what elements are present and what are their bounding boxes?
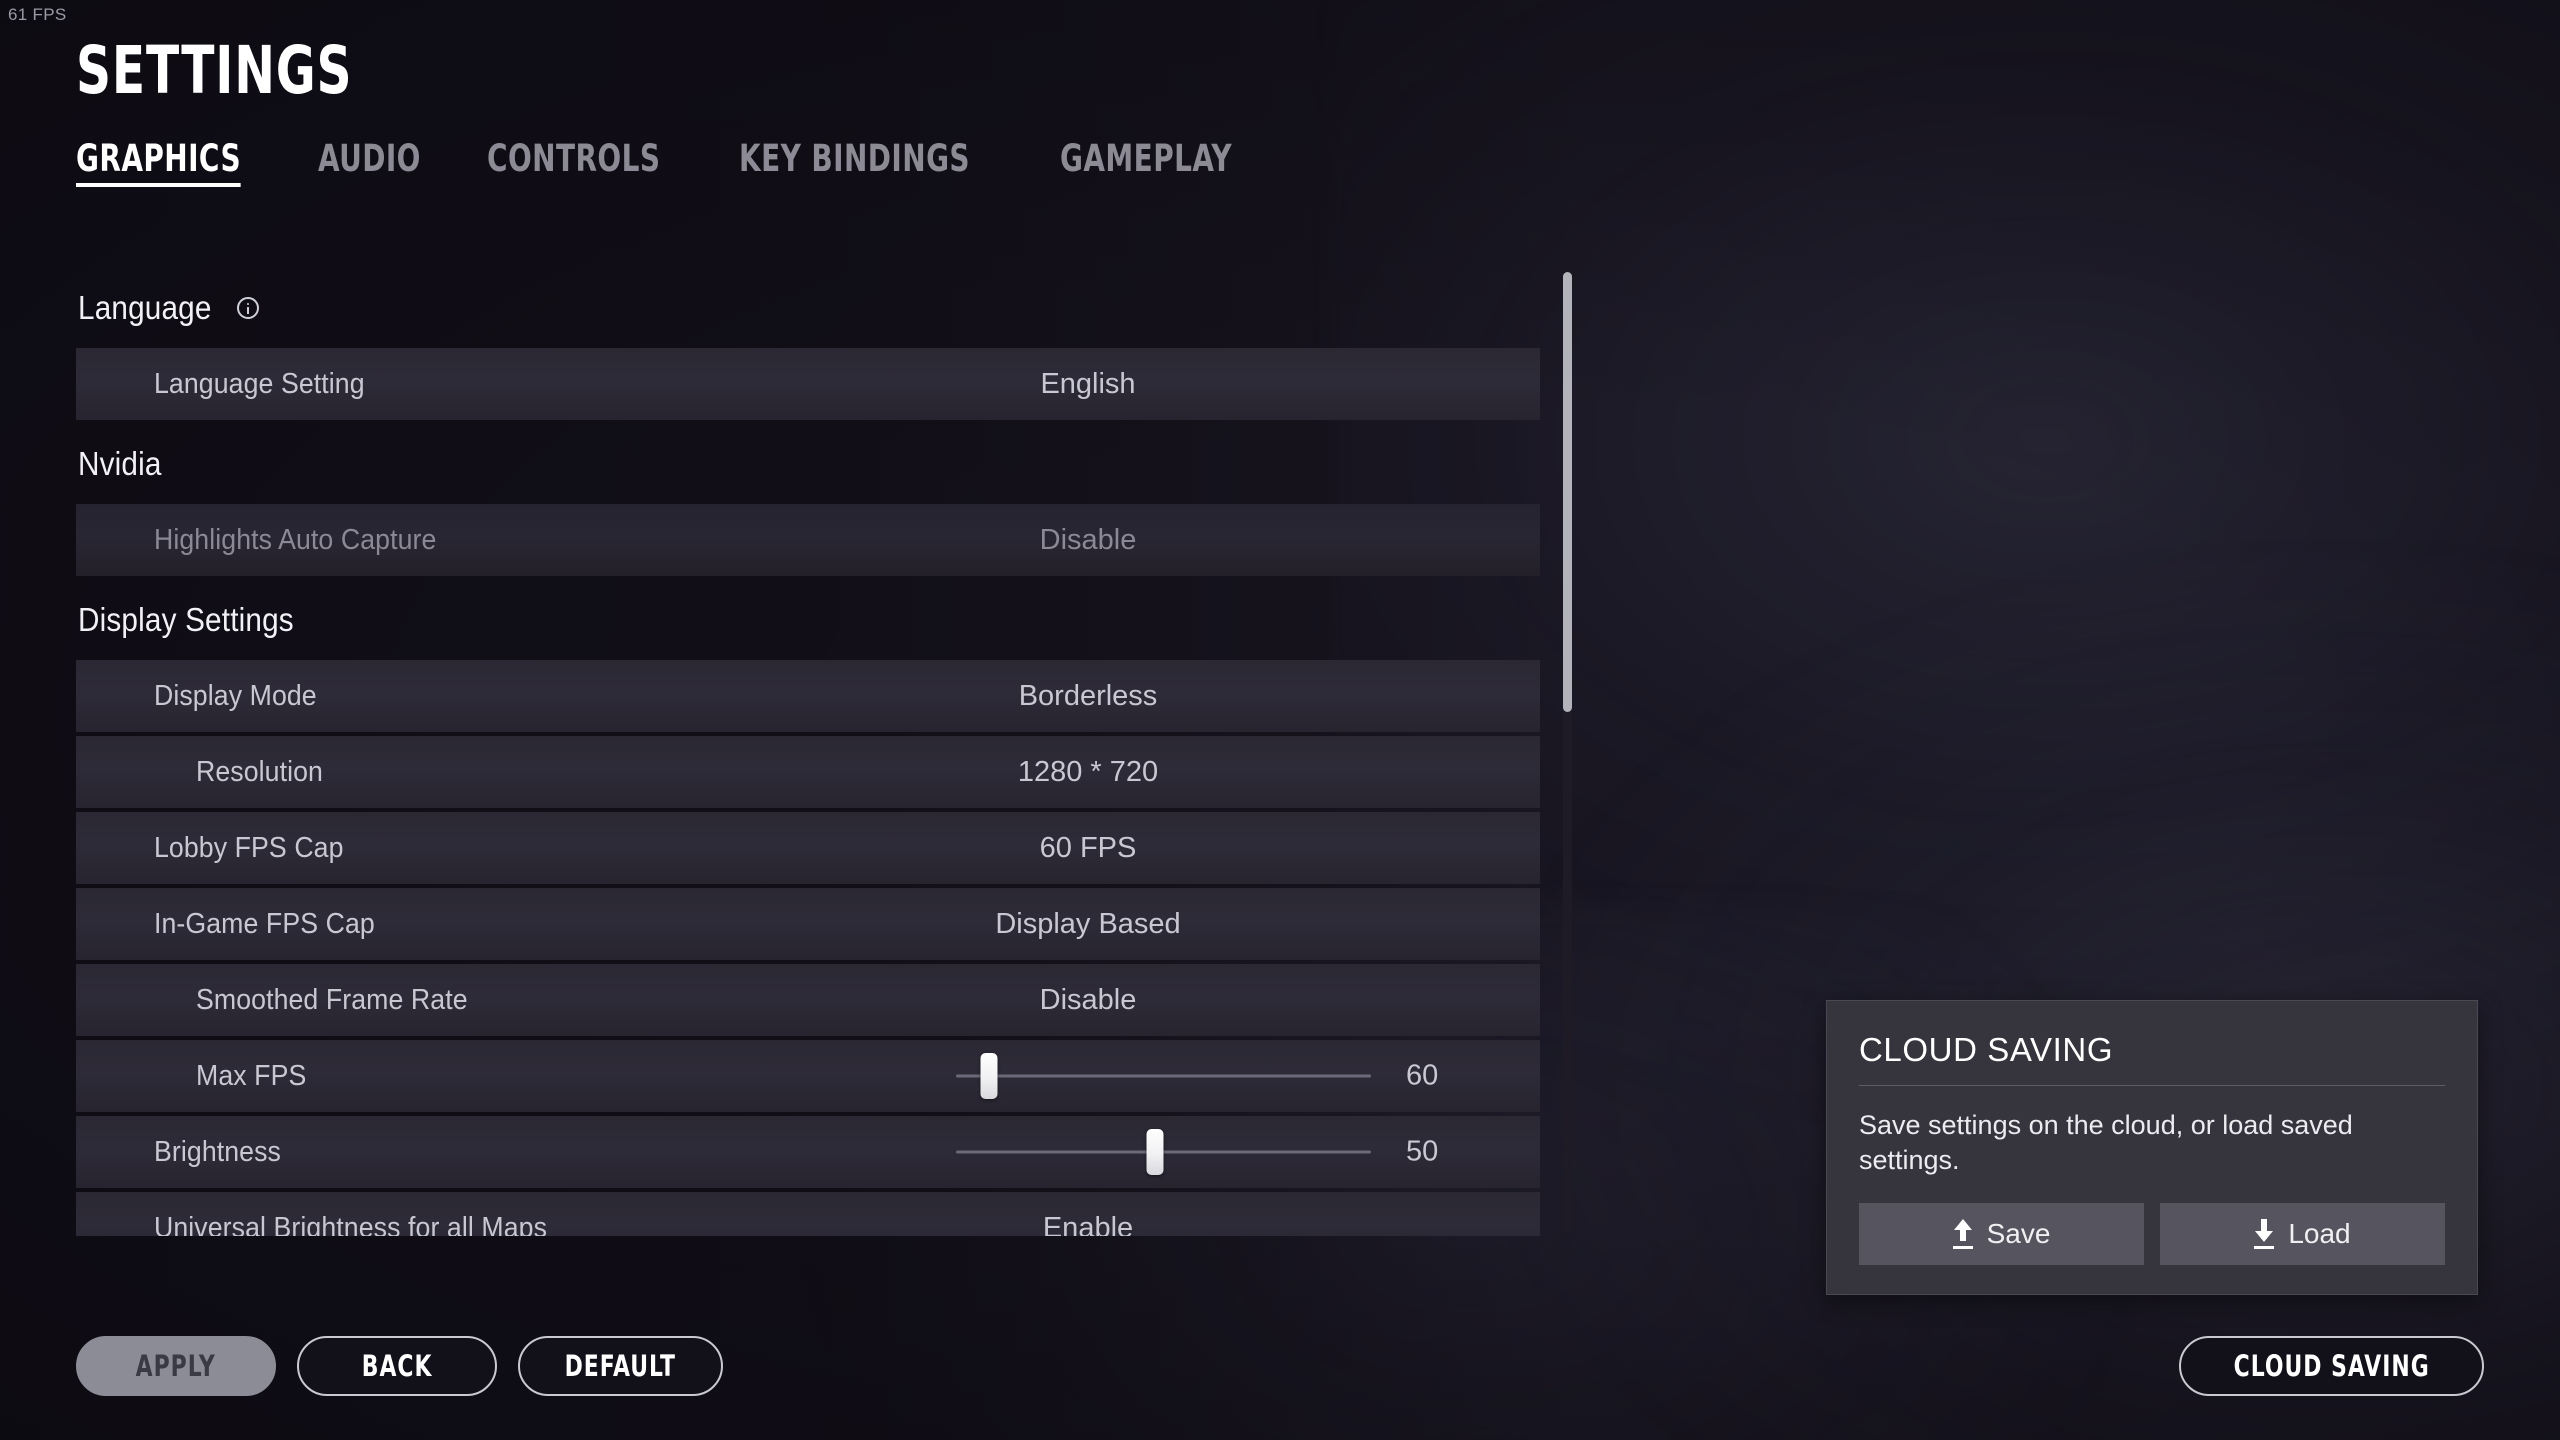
settings-row[interactable]: Highlights Auto Capture Disable [76, 504, 1540, 576]
section-header-language: Language [76, 268, 1540, 348]
slider-thumb[interactable] [1146, 1129, 1164, 1175]
upload-arrow-icon [1952, 1219, 1973, 1250]
default-button-label: DEFAULT [564, 1349, 676, 1383]
settings-row[interactable]: Max FPS 60 [76, 1040, 1540, 1112]
settings-row-label: Lobby FPS Cap [154, 831, 344, 864]
tab-graphics[interactable]: GRAPHICS [76, 140, 263, 191]
settings-row[interactable]: Language Setting English [76, 348, 1540, 420]
tab-controls[interactable]: CONTROLS [487, 140, 682, 191]
settings-row-value[interactable]: 60 FPS [1040, 832, 1137, 865]
apply-button-label: APPLY [135, 1349, 217, 1383]
tab-label: AUDIO [318, 137, 422, 180]
cloud-saving-panel: CLOUD SAVING Save settings on the cloud,… [1826, 1000, 2478, 1295]
page-title: SETTINGS [76, 32, 353, 109]
settings-row-label: Universal Brightness for all Maps [154, 1211, 548, 1237]
cloud-saving-button-label: CLOUD SAVING [2233, 1349, 2430, 1383]
cloud-save-label: Save [1986, 1218, 2051, 1250]
section-header-label: Nvidia [78, 445, 162, 482]
tab-label: CONTROLS [486, 137, 661, 180]
tab-label: GRAPHICS [76, 137, 242, 180]
settings-row-label: In-Game FPS Cap [154, 907, 375, 940]
slider-value: 50 [1406, 1135, 1439, 1168]
settings-row-value[interactable]: Disable [1040, 984, 1137, 1017]
settings-slider[interactable] [956, 1116, 1371, 1188]
settings-row-label: Language Setting [154, 367, 365, 400]
tab-audio[interactable]: AUDIO [318, 140, 443, 191]
footer-button-row: APPLY BACK DEFAULT [76, 1336, 723, 1396]
settings-slider[interactable] [956, 1040, 1371, 1112]
settings-row-value[interactable]: English [1040, 368, 1135, 401]
settings-list: Language Language Setting English Nvidia Hig… [76, 268, 1540, 1236]
section-header-nvidia: Nvidia [76, 424, 1540, 504]
section-header-label: Language [78, 289, 212, 326]
fps-counter: 61 FPS [8, 5, 67, 24]
section-header-display-settings: Display Settings [76, 580, 1540, 660]
default-button[interactable]: DEFAULT [518, 1336, 723, 1396]
settings-row[interactable]: In-Game FPS Cap Display Based [76, 888, 1540, 960]
cloud-panel-divider [1859, 1085, 2445, 1086]
settings-row[interactable]: Brightness 50 [76, 1116, 1540, 1188]
cloud-load-button[interactable]: Load [2160, 1203, 2445, 1266]
settings-row-label: Resolution [196, 755, 323, 788]
tab-label: GAMEPLAY [1060, 137, 1233, 180]
settings-row[interactable]: Resolution 1280 * 720 [76, 736, 1540, 808]
info-icon[interactable] [237, 297, 260, 319]
cloud-panel-title: CLOUD SAVING [1859, 1031, 2114, 1068]
tab-gameplay[interactable]: GAMEPLAY [1060, 140, 1254, 191]
cloud-saving-button[interactable]: CLOUD SAVING [2178, 1336, 2484, 1396]
slider-thumb[interactable] [980, 1053, 998, 1099]
download-arrow-icon [2254, 1219, 2275, 1250]
cloud-load-label: Load [2288, 1218, 2351, 1250]
settings-row[interactable]: Lobby FPS Cap 60 FPS [76, 812, 1540, 884]
settings-row-label: Smoothed Frame Rate [196, 983, 468, 1016]
cloud-save-button[interactable]: Save [1859, 1203, 2144, 1266]
settings-row-value[interactable]: Borderless [1019, 680, 1158, 713]
settings-row[interactable]: Universal Brightness for all Maps Enable [76, 1192, 1540, 1236]
settings-row-value[interactable]: Disable [1040, 524, 1137, 557]
tab-label: KEY BINDINGS [739, 137, 971, 180]
settings-row-label: Max FPS [196, 1059, 307, 1092]
settings-row-value[interactable]: Display Based [995, 908, 1180, 941]
settings-row[interactable]: Smoothed Frame Rate Disable [76, 964, 1540, 1036]
scrollbar-thumb[interactable] [1563, 272, 1572, 712]
settings-scrollbar[interactable] [1563, 272, 1572, 1232]
cloud-panel-description: Save settings on the cloud, or load save… [1859, 1110, 2353, 1175]
back-button[interactable]: BACK [297, 1336, 497, 1396]
apply-button[interactable]: APPLY [76, 1336, 276, 1396]
active-tab-underline [76, 183, 242, 187]
settings-row-value[interactable]: 1280 * 720 [1018, 756, 1158, 789]
tab-key-bindings[interactable]: KEY BINDINGS [739, 140, 992, 191]
section-header-label: Display Settings [78, 601, 294, 638]
settings-row[interactable]: Display Mode Borderless [76, 660, 1540, 732]
settings-row-label: Brightness [154, 1135, 281, 1168]
slider-track[interactable] [956, 1074, 1371, 1078]
settings-row-label: Highlights Auto Capture [154, 523, 437, 556]
back-button-label: BACK [361, 1349, 433, 1383]
slider-value: 60 [1406, 1059, 1439, 1092]
settings-tab-bar: GRAPHICS AUDIO CONTROLS KEY BINDINGS GAMEPLA… [76, 140, 1311, 191]
settings-row-label: Display Mode [154, 679, 317, 712]
settings-row-value[interactable]: Enable [1043, 1212, 1133, 1237]
